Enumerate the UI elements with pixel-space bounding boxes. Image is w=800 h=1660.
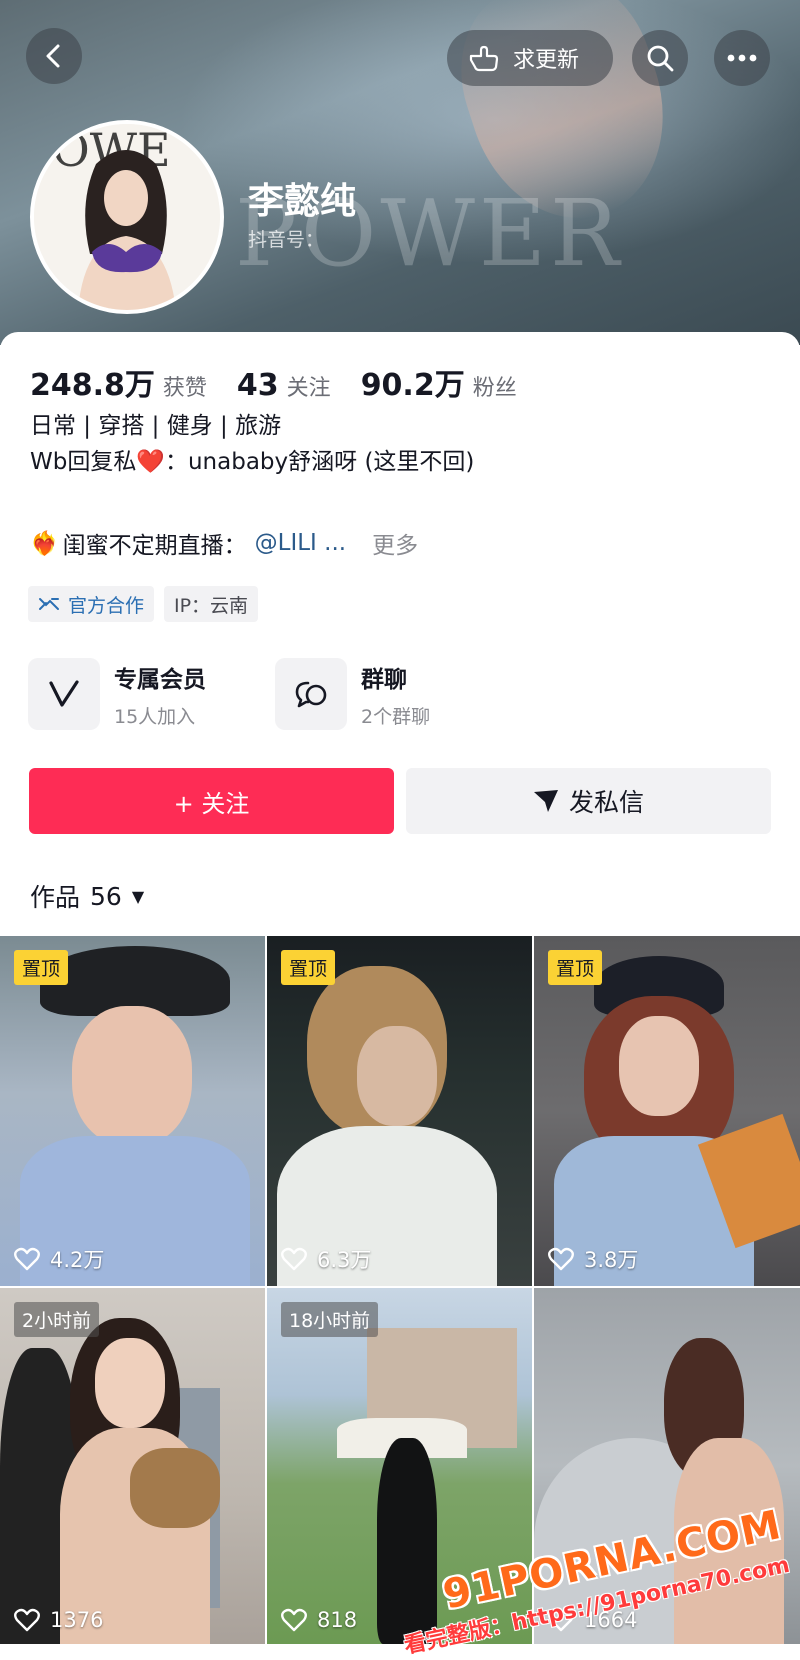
bio-more-link[interactable]: 更多 (372, 526, 418, 560)
avatar-illustration-icon: OWE (34, 124, 220, 310)
video-tile[interactable]: 置顶 6.3万 (267, 936, 532, 1286)
heart-outline-icon (281, 1608, 307, 1632)
pinned-badge: 置顶 (281, 950, 336, 985)
membership-icon-box (28, 658, 100, 730)
likes-count[interactable]: 248.8万 (30, 360, 155, 404)
membership-title: 专属会员 (114, 666, 206, 693)
profile-name: 李懿纯 (248, 181, 357, 222)
mention-link[interactable]: @LILI ... (255, 530, 346, 556)
time-badge: 18小时前 (281, 1302, 379, 1337)
follow-button[interactable]: + 关注 (29, 768, 394, 834)
video-likes: 4.2万 (14, 1244, 104, 1274)
bio-line-2: Wb回复私❤️：unababy舒涵呀 (这里不回) (30, 449, 475, 475)
official-cooperation-label: 官方合作 (68, 594, 145, 617)
request-update-button[interactable]: 求更新 (447, 30, 613, 86)
following-label[interactable]: 关注 (287, 370, 331, 402)
request-update-label: 求更新 (513, 48, 580, 73)
pinned-badge: 置顶 (548, 950, 603, 985)
more-button[interactable] (714, 30, 770, 86)
v-membership-icon (49, 680, 79, 707)
search-button[interactable] (632, 30, 688, 86)
pointing-hand-icon (467, 44, 499, 72)
video-likes-count: 818 (317, 1608, 358, 1632)
video-tile[interactable]: 2小时前 1376 (0, 1288, 265, 1644)
bio-line-1: 日常 | 穿搭 | 健身 | 旅游 (30, 413, 282, 439)
likes-label[interactable]: 获赞 (163, 370, 207, 402)
avatar[interactable]: OWE (30, 120, 224, 314)
video-grid: 置顶 4.2万 置顶 6.3万 置顶 3.8万 2小时前 1376 18小时前 … (0, 936, 800, 1659)
group-chat-subtitle: 2个群聊 (361, 705, 431, 728)
chevron-left-icon (46, 44, 60, 68)
followers-label[interactable]: 粉丝 (473, 370, 517, 402)
heart-fire-icon: ❤️‍🔥 (30, 530, 59, 557)
message-button[interactable]: 发私信 (406, 768, 771, 834)
membership-subtitle: 15人加入 (114, 705, 196, 728)
live-notice: ❤️‍🔥 闺蜜不定期直播： @LILI ... 更多 (30, 526, 418, 560)
video-likes-count: 3.8万 (584, 1248, 639, 1272)
video-likes-count: 1376 (50, 1608, 104, 1632)
works-tab[interactable]: 作品 56 ▼ (30, 878, 144, 914)
video-likes: 1376 (14, 1608, 103, 1632)
group-chat-icon-box (275, 658, 347, 730)
time-badge: 2小时前 (14, 1302, 100, 1337)
live-notice-text: 闺蜜不定期直播： (62, 533, 247, 559)
video-likes-count: 6.3万 (317, 1248, 372, 1272)
douyin-id[interactable]: 抖音号： (248, 225, 324, 252)
profile-card: 248.8万 获赞 43 关注 90.2万 粉丝 日常 | 穿搭 | 健身 | … (0, 332, 800, 932)
membership-entry[interactable]: 专属会员 15人加入 (28, 658, 206, 730)
pinned-badge: 置顶 (14, 950, 69, 985)
heart-outline-icon (14, 1247, 40, 1271)
group-chat-title: 群聊 (361, 666, 407, 693)
video-likes: 818 (281, 1608, 357, 1632)
video-likes: 6.3万 (281, 1244, 371, 1274)
followers-count[interactable]: 90.2万 (361, 360, 465, 404)
video-tile[interactable]: 置顶 3.8万 (534, 936, 800, 1286)
message-label: 发私信 (568, 788, 644, 817)
send-icon (533, 790, 558, 812)
chat-bubbles-icon (295, 681, 327, 708)
works-label: 作品 (30, 883, 81, 912)
heart-outline-icon (548, 1247, 574, 1271)
works-count: 56 (90, 881, 122, 911)
official-cooperation-tag[interactable]: 官方合作 (28, 586, 155, 622)
video-likes: 3.8万 (548, 1244, 638, 1274)
handshake-icon (39, 598, 59, 610)
following-count[interactable]: 43 (237, 368, 279, 403)
caret-down-icon: ▼ (131, 886, 145, 906)
heart-outline-icon (281, 1247, 307, 1271)
video-likes-count: 4.2万 (50, 1248, 105, 1272)
group-chat-entry[interactable]: 群聊 2个群聊 (275, 658, 430, 730)
stats-row: 248.8万 获赞 43 关注 90.2万 粉丝 (30, 360, 547, 404)
heart-outline-icon (14, 1608, 40, 1632)
ip-location-tag: IP：云南 (164, 586, 259, 622)
video-tile[interactable]: 置顶 4.2万 (0, 936, 265, 1286)
back-button[interactable] (26, 28, 82, 84)
more-dots-icon (727, 54, 757, 62)
search-icon (647, 45, 674, 72)
